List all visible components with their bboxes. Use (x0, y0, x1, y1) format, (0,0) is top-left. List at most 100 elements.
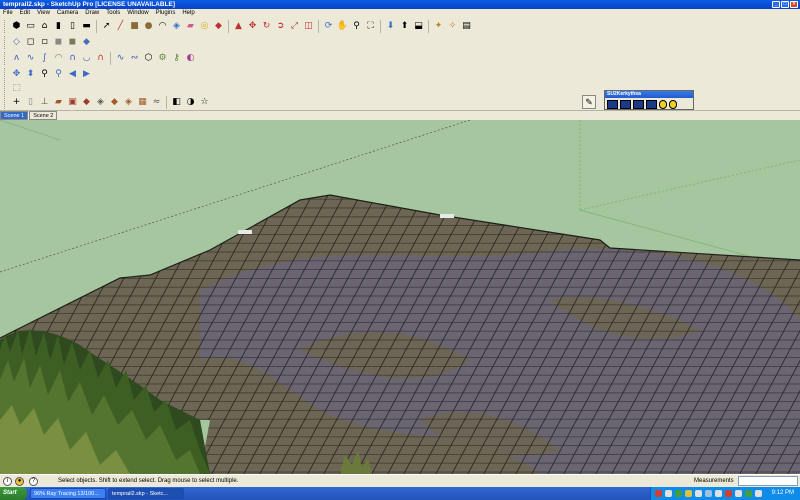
curve-tool-1-icon[interactable]: ʌ (10, 52, 23, 65)
menu-help[interactable]: Help (182, 9, 194, 18)
share-component-icon[interactable]: ⬓ (412, 20, 425, 33)
sandbox-icon-6[interactable]: ◈ (94, 96, 107, 109)
tray-icon[interactable] (675, 490, 682, 497)
tray-icon[interactable] (705, 490, 712, 497)
walk-icon[interactable]: ⬍ (24, 68, 37, 81)
curve-tool-7-icon[interactable]: ∩ (94, 52, 107, 65)
curve-tool-5-icon[interactable]: ∩ (66, 52, 79, 65)
offset-icon[interactable]: ◫ (302, 20, 315, 33)
push-pull-icon[interactable]: ▲ (232, 20, 245, 33)
toolbar-grip[interactable] (4, 52, 7, 65)
hidden-line-icon[interactable]: ◽ (38, 36, 51, 49)
tray-icon[interactable] (715, 490, 722, 497)
circle-icon[interactable]: ● (142, 20, 155, 33)
eraser-icon[interactable]: ▰ (184, 20, 197, 33)
menu-draw[interactable]: Draw (85, 9, 99, 18)
sandbox-icon-8[interactable]: ◈ (122, 96, 135, 109)
arc-icon[interactable]: ◠ (156, 20, 169, 33)
select-icon[interactable]: ➚ (100, 20, 113, 33)
menu-window[interactable]: Window (127, 9, 148, 18)
look-around-icon[interactable]: ⚲ (38, 68, 51, 81)
render-icon[interactable]: ✦ (432, 20, 445, 33)
minimize-button[interactable]: _ (772, 1, 780, 8)
camera-icon[interactable] (646, 100, 657, 109)
close-button[interactable]: × (790, 1, 798, 8)
views-right-icon[interactable]: ▮ (52, 20, 65, 33)
sandbox-add-icon[interactable]: + (10, 96, 23, 109)
tray-icon[interactable] (665, 490, 672, 497)
sandbox-icon-4[interactable]: ▣ (66, 96, 79, 109)
start-button[interactable]: Start (0, 487, 27, 500)
document-icon[interactable]: ▤ (460, 20, 473, 33)
tray-icon[interactable] (685, 490, 692, 497)
toolbar-grip[interactable] (4, 36, 7, 49)
tab-scene-1[interactable]: Scene 1 (0, 111, 29, 120)
sandbox-icon-3[interactable]: ▰ (52, 96, 65, 109)
views-left-icon[interactable]: ▬ (80, 20, 93, 33)
menu-view[interactable]: View (37, 9, 50, 18)
wireframe-icon[interactable]: ◻ (24, 36, 37, 49)
curve-tool-4-icon[interactable]: ◠ (52, 52, 65, 65)
menu-edit[interactable]: Edit (20, 9, 30, 18)
measurements-input[interactable] (738, 476, 798, 486)
shaded-icon[interactable]: ◼ (52, 36, 65, 49)
curve-tool-8-icon[interactable]: ∿ (114, 52, 127, 65)
menu-camera[interactable]: Camera (57, 9, 78, 18)
line-tool-icon[interactable]: ╱ (114, 20, 127, 33)
scene-icon[interactable] (633, 100, 644, 109)
sandbox-icon-7[interactable]: ◆ (108, 96, 121, 109)
fog-icon[interactable]: ◑ (184, 96, 197, 109)
model-viewport[interactable] (0, 120, 800, 474)
key-icon[interactable]: ⚷ (170, 52, 183, 65)
export-icon[interactable] (607, 100, 618, 109)
curve-tool-3-icon[interactable]: ∫ (38, 52, 51, 65)
curve-tool-6-icon[interactable]: ◡ (80, 52, 93, 65)
menu-file[interactable]: File (3, 9, 13, 18)
tray-icon[interactable] (745, 490, 752, 497)
lamp-icon[interactable] (669, 100, 677, 109)
help-icon[interactable]: ? (29, 477, 38, 486)
previous-view-icon[interactable]: ◀ (66, 68, 79, 81)
shadow-icon[interactable]: ◧ (170, 96, 183, 109)
info-icon[interactable]: i (3, 477, 12, 486)
views-top-icon[interactable]: ▭ (24, 20, 37, 33)
follow-me-icon[interactable]: ➲ (274, 20, 287, 33)
monochrome-icon[interactable]: ◆ (80, 36, 93, 49)
geo-icon[interactable]: ● (15, 477, 24, 486)
menu-plugins[interactable]: Plugins (156, 9, 176, 18)
tray-icon[interactable] (735, 490, 742, 497)
volume-icon[interactable] (755, 490, 762, 497)
star-icon[interactable]: ☆ (198, 96, 211, 109)
sandbox-icon-1[interactable]: ▯ (24, 96, 37, 109)
task-sketchup[interactable]: temprail2.skp - Sketc... (108, 488, 184, 499)
pan-icon[interactable]: ✋ (336, 20, 349, 33)
polygon-icon[interactable]: ⬡ (142, 52, 155, 65)
render-settings-icon[interactable]: ✧ (446, 20, 459, 33)
zoom-extents-icon[interactable]: ⛶ (364, 20, 377, 33)
toolbar-grip[interactable] (4, 96, 7, 109)
sandbox-icon-9[interactable]: ▦ (136, 96, 149, 109)
zoom-icon[interactable]: ⚲ (350, 20, 363, 33)
task-ray-tracing[interactable]: 96% Ray Tracing 13/100... (30, 488, 106, 499)
curve-tool-2-icon[interactable]: ∿ (24, 52, 37, 65)
move-icon[interactable]: ✥ (246, 20, 259, 33)
make-component-icon[interactable]: ◈ (170, 20, 183, 33)
menu-tools[interactable]: Tools (106, 9, 120, 18)
film-icon[interactable] (620, 100, 631, 109)
sandbox-icon-2[interactable]: ⊥ (38, 96, 51, 109)
xray-icon[interactable]: ◇ (10, 36, 23, 49)
light-icon[interactable] (659, 100, 667, 109)
get-models-icon[interactable]: ⬇ (384, 20, 397, 33)
views-iso-icon[interactable]: ⬢ (10, 20, 23, 33)
tray-icon[interactable] (725, 490, 732, 497)
toolbar-grip[interactable] (4, 20, 7, 33)
curve-edit-icon[interactable]: ◐ (184, 52, 197, 65)
curve-tool-9-icon[interactable]: ∾ (128, 52, 141, 65)
views-back-icon[interactable]: ▯ (66, 20, 79, 33)
sandbox-icon-10[interactable]: ≈ (150, 96, 163, 109)
sandbox-icon-5[interactable]: ◆ (80, 96, 93, 109)
maximize-button[interactable]: □ (781, 1, 789, 8)
share-model-icon[interactable]: ⬆ (398, 20, 411, 33)
tray-icon[interactable] (695, 490, 702, 497)
rotate-icon[interactable]: ↻ (260, 20, 273, 33)
